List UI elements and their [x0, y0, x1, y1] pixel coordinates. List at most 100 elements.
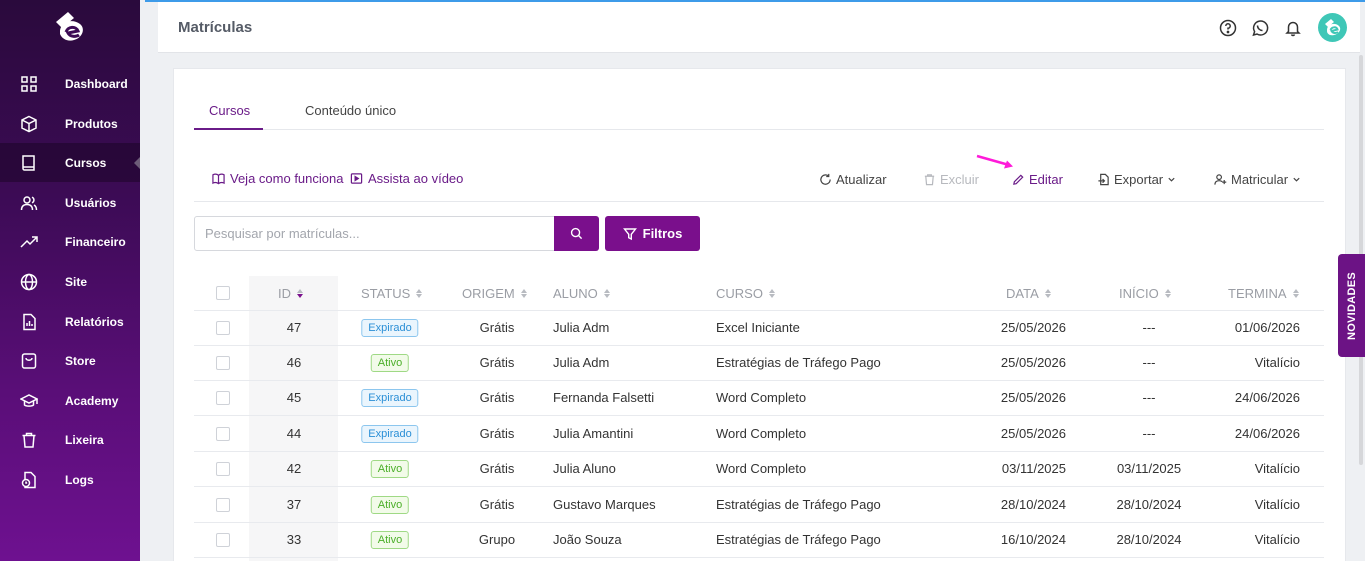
tabs-divider: [194, 129, 1324, 130]
row-checkbox[interactable]: [216, 390, 230, 405]
cell-id: 47: [286, 319, 302, 335]
trending-up-icon: [20, 235, 38, 248]
cell-inicio: ---: [1142, 354, 1156, 370]
sort-icon: [416, 289, 423, 298]
column-header-label: TERMINA: [1228, 286, 1287, 301]
edit-label: Editar: [1029, 172, 1063, 187]
cell-curso: Estratégias de Tráfego Pago: [716, 531, 881, 547]
sort-icon: [603, 289, 610, 298]
sidebar-item-logs[interactable]: Logs: [0, 460, 140, 499]
cell-id: 44: [286, 425, 302, 441]
search-button[interactable]: [554, 216, 599, 251]
cell-id: 37: [286, 496, 302, 512]
report-icon: [23, 313, 36, 330]
sidebar-item-financeiro[interactable]: Financeiro: [0, 222, 140, 261]
cell-inicio: 03/11/2025: [1116, 460, 1182, 476]
sidebar-item-produtos[interactable]: Produtos: [0, 104, 140, 143]
cell-data: 25/05/2026: [1000, 354, 1066, 370]
sidebar-item-label: Usuários: [65, 195, 117, 210]
sidebar-item-store[interactable]: Store: [0, 341, 140, 380]
cell-curso: Word Completo: [716, 460, 807, 476]
search-input[interactable]: [194, 216, 555, 251]
bell-icon[interactable]: [1284, 19, 1302, 37]
how-it-works-link[interactable]: Veja como funciona: [212, 171, 343, 186]
row-divider: [194, 522, 1324, 523]
sidebar-item-lixeira[interactable]: Lixeira: [0, 420, 140, 459]
enroll-dropdown[interactable]: Matricular: [1214, 172, 1301, 187]
cell-curso: Word Completo: [716, 425, 807, 441]
refresh-label: Atualizar: [836, 172, 887, 187]
row-checkbox[interactable]: [216, 497, 230, 512]
help-icon[interactable]: [1219, 19, 1237, 37]
status-badge: Ativo: [370, 459, 410, 478]
cell-curso: Estratégias de Tráfego Pago: [716, 496, 881, 512]
sidebar-item-label: Relatórios: [65, 314, 124, 329]
column-header-inicio[interactable]: INÍCIO: [1119, 286, 1171, 301]
sidebar-item-usuarios[interactable]: Usuários: [0, 183, 140, 222]
column-header-termina[interactable]: TERMINA: [1228, 286, 1299, 301]
sidebar-item-label: Cursos: [65, 155, 107, 170]
cell-aluno: Julia Adm: [553, 319, 610, 335]
status-badge: Ativo: [370, 530, 410, 549]
select-all-checkbox[interactable]: [216, 286, 230, 300]
filters-button[interactable]: Filtros: [605, 216, 700, 251]
row-checkbox[interactable]: [216, 461, 230, 476]
watch-video-link[interactable]: Assista ao vídeo: [350, 171, 463, 186]
cell-inicio: 28/10/2024: [1116, 496, 1182, 512]
column-header-origem[interactable]: ORIGEM: [462, 286, 527, 301]
cell-origem: Grátis: [479, 496, 515, 512]
row-checkbox[interactable]: [216, 320, 230, 335]
avatar[interactable]: [1318, 13, 1347, 42]
delete-button[interactable]: Excluir: [923, 172, 979, 187]
trash-icon: [924, 174, 935, 186]
sidebar-item-dashboard[interactable]: Dashboard: [0, 64, 140, 103]
column-header-data[interactable]: DATA: [1006, 286, 1051, 301]
sidebar-item-site[interactable]: Site: [0, 262, 140, 301]
tab-cursos[interactable]: Cursos: [209, 103, 250, 118]
active-tab-indicator: [194, 128, 263, 130]
sort-icon: [1292, 289, 1299, 298]
row-checkbox[interactable]: [216, 426, 230, 441]
how-it-works-label: Veja como funciona: [230, 171, 344, 186]
chevron-down-icon: [1168, 177, 1175, 182]
cell-aluno: Julia Aluno: [553, 460, 616, 476]
book-icon: [22, 154, 35, 171]
cell-aluno: Julia Amantini: [553, 425, 634, 441]
sidebar-item-cursos[interactable]: Cursos: [0, 143, 140, 182]
edit-button[interactable]: Editar: [1012, 172, 1063, 187]
novidades-tab[interactable]: NOVIDADES: [1338, 254, 1365, 357]
user-plus-icon: [1214, 174, 1227, 185]
refresh-button[interactable]: Atualizar: [819, 172, 887, 187]
page-title: Matrículas: [178, 19, 253, 36]
cell-data: 25/05/2026: [1000, 425, 1066, 441]
cell-data: 03/11/2025: [1001, 460, 1066, 476]
row-checkbox[interactable]: [216, 355, 230, 370]
export-dropdown[interactable]: Exportar: [1097, 172, 1176, 187]
column-header-aluno[interactable]: ALUNO: [553, 286, 610, 301]
row-checkbox[interactable]: [216, 532, 230, 547]
cell-aluno: João Souza: [553, 531, 622, 547]
row-divider: [194, 557, 1324, 558]
column-header-label: ORIGEM: [462, 286, 515, 301]
annotation-arrow-icon: [976, 154, 1013, 169]
cell-id: 46: [286, 354, 302, 370]
export-label: Exportar: [1114, 172, 1164, 187]
status-badge: Expirado: [361, 318, 419, 337]
logo-icon[interactable]: [50, 6, 92, 48]
whatsapp-icon[interactable]: [1251, 19, 1269, 37]
cell-termina: Vitalício: [1254, 531, 1300, 547]
cell-termina: Vitalício: [1254, 496, 1300, 512]
column-header-label: STATUS: [361, 286, 411, 301]
column-header-id[interactable]: ID: [278, 286, 303, 301]
filters-label: Filtros: [642, 226, 683, 241]
top-header: Matrículas: [158, 2, 1360, 53]
cell-origem: Grátis: [479, 354, 515, 370]
cell-aluno: Gustavo Marques: [553, 496, 656, 512]
sidebar-item-label: Dashboard: [65, 76, 128, 91]
tab-conteudo-unico[interactable]: Conteúdo único: [305, 103, 396, 118]
sidebar-item-academy[interactable]: Academy: [0, 381, 140, 420]
column-header-status[interactable]: STATUS: [361, 286, 423, 301]
sidebar-item-relatorios[interactable]: Relatórios: [0, 302, 140, 341]
column-header-curso[interactable]: CURSO: [716, 286, 775, 301]
trash-icon: [22, 432, 36, 448]
